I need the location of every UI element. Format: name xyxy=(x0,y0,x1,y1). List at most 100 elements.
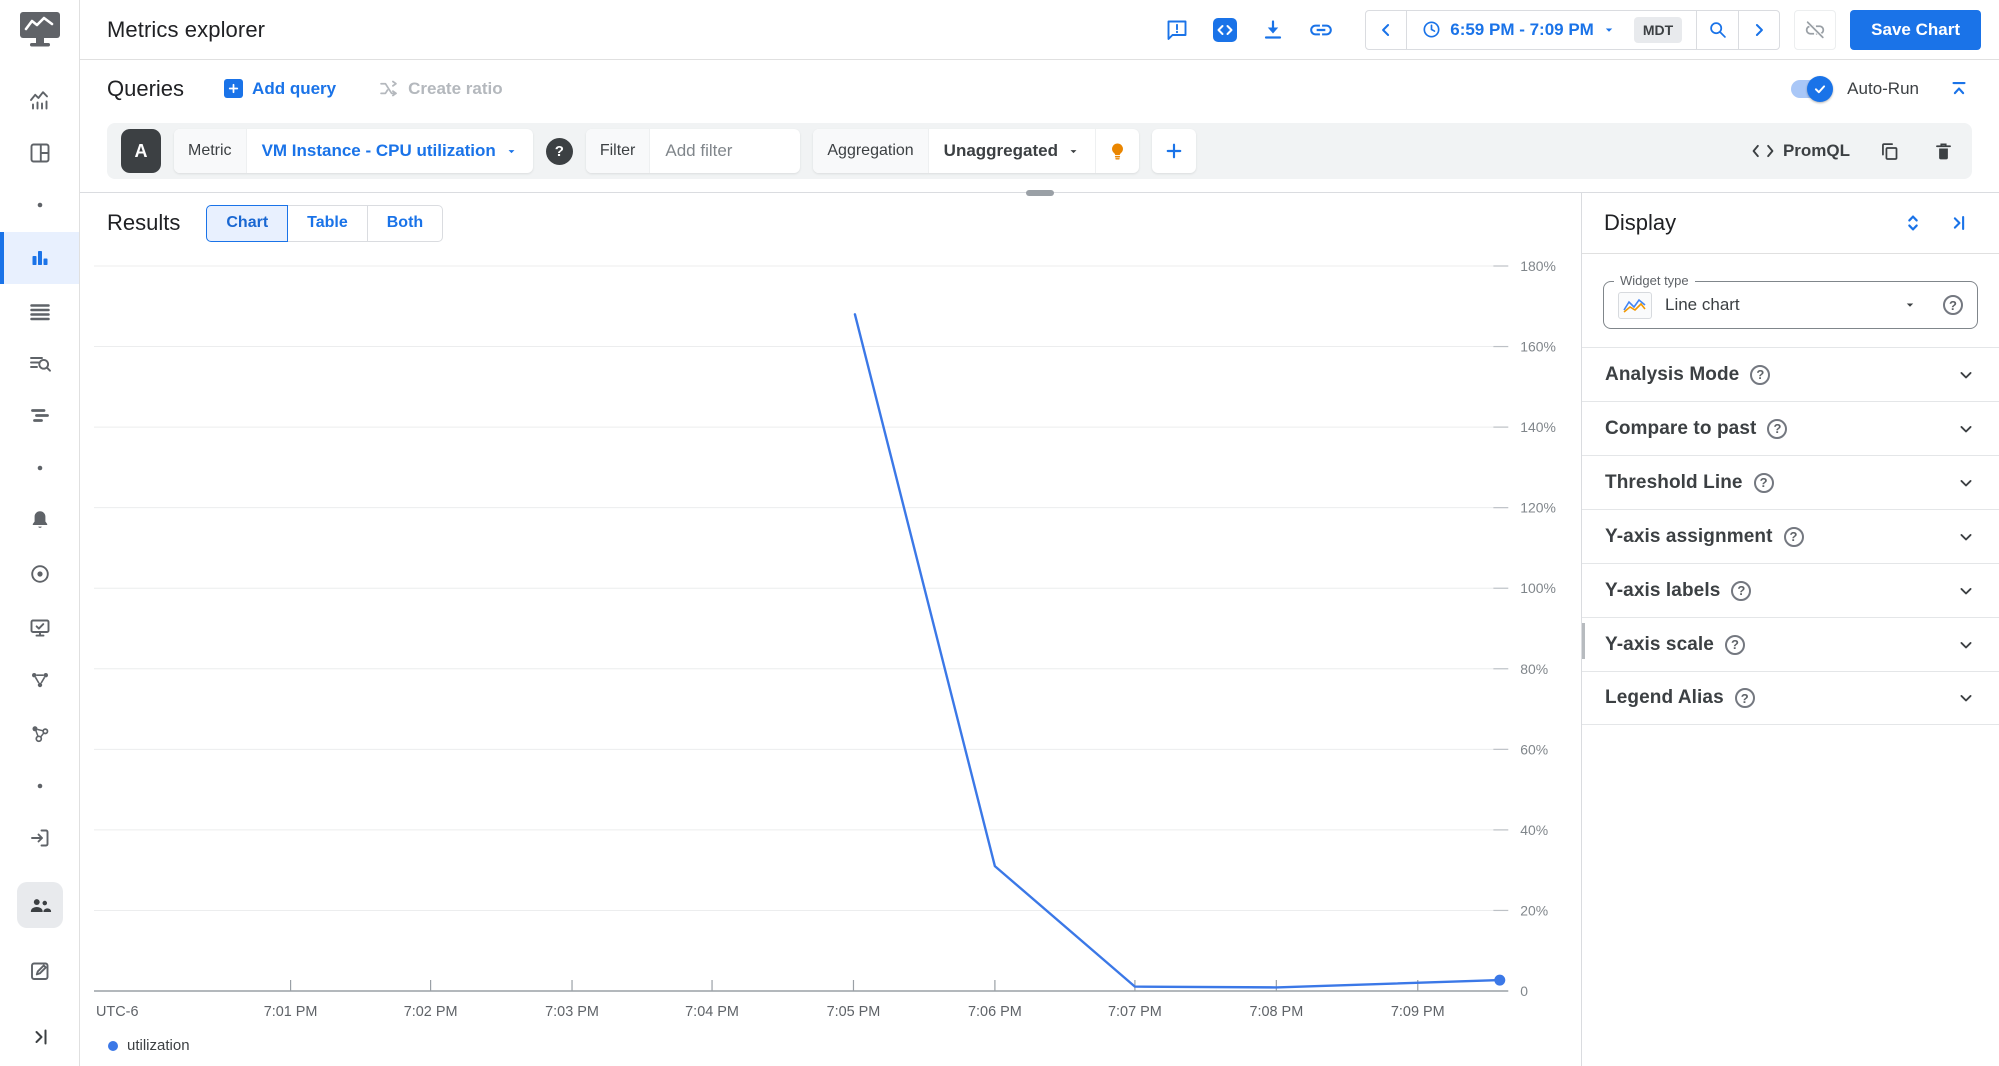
query-letter-badge[interactable]: A xyxy=(121,129,161,173)
list-icon xyxy=(29,304,50,321)
feedback-button[interactable] xyxy=(1159,12,1195,48)
results-chart-svg[interactable]: 180% 160% 140% 120% 100% 80% 60% 40% 20% 0 7:01 PM… xyxy=(94,253,1578,1028)
sidebar-item-groups[interactable] xyxy=(0,880,79,930)
sidebar-item-log-search[interactable] xyxy=(0,341,79,387)
section-y-axis-scale[interactable]: Y-axis scale xyxy=(1582,617,1999,671)
duplicate-query-button[interactable] xyxy=(1874,136,1904,166)
section-y-axis-labels[interactable]: Y-axis labels xyxy=(1582,563,1999,617)
link-icon xyxy=(1310,24,1333,35)
create-ratio-icon xyxy=(380,80,397,97)
legend-item-utilization[interactable]: utilization xyxy=(108,1037,1581,1054)
aggregation-dropdown[interactable]: Unaggregated xyxy=(929,129,1095,173)
incident-target-icon xyxy=(30,565,49,583)
add-query-label: Add query xyxy=(252,78,337,98)
close-display-panel-button[interactable] xyxy=(1941,205,1977,241)
section-threshold-line[interactable]: Threshold Line xyxy=(1582,455,1999,509)
bar-chart-icon xyxy=(32,251,47,265)
help-button[interactable] xyxy=(1767,418,1788,439)
zoom-time-button[interactable] xyxy=(1697,10,1740,49)
filter-field: Filter Add filter xyxy=(585,129,801,173)
promql-toggle-button[interactable]: PromQL xyxy=(1751,141,1850,161)
sidebar-item-metrics-explorer[interactable] xyxy=(0,232,79,284)
timezone-badge[interactable]: MDT xyxy=(1633,16,1683,43)
sidebar-item-alerting[interactable] xyxy=(0,497,79,543)
sidebar-item-incidents[interactable] xyxy=(0,551,79,597)
sidebar-expand-panel-button[interactable] xyxy=(0,1014,79,1060)
metric-help-button[interactable]: ? xyxy=(545,137,573,165)
download-button[interactable] xyxy=(1255,12,1291,48)
sidebar-item-uptime-checks[interactable] xyxy=(0,605,79,651)
chevron-down-icon[interactable] xyxy=(1956,635,1976,655)
help-button[interactable] xyxy=(1724,634,1745,655)
widget-type-label: Widget type xyxy=(1614,273,1695,288)
section-analysis-mode[interactable]: Analysis Mode xyxy=(1582,347,1999,401)
section-label: Y-axis scale xyxy=(1605,633,1714,655)
help-button[interactable] xyxy=(1731,580,1752,601)
share-link-button[interactable] xyxy=(1303,12,1339,48)
help-button[interactable] xyxy=(1783,526,1804,547)
trash-icon xyxy=(1935,142,1951,159)
svg-text:120%: 120% xyxy=(1520,500,1556,516)
svg-text:7:05 PM: 7:05 PM xyxy=(827,1004,881,1020)
unlink-charts-button[interactable] xyxy=(1794,9,1837,50)
sidebar-item-logs[interactable] xyxy=(0,289,79,335)
widget-type-help-button[interactable] xyxy=(1943,295,1963,315)
svg-text:7:06 PM: 7:06 PM xyxy=(968,1004,1022,1020)
dot-icon xyxy=(37,202,42,208)
monitoring-logo-icon xyxy=(20,12,60,47)
help-button[interactable] xyxy=(1753,472,1774,493)
create-ratio-button[interactable]: Create ratio xyxy=(378,78,503,99)
add-query-button[interactable]: Add query xyxy=(224,79,336,99)
sidebar-item-overview[interactable] xyxy=(0,77,79,123)
tab-chart[interactable]: Chart xyxy=(206,204,289,242)
widget-type-dropdown[interactable]: Widget type Line chart xyxy=(1603,273,1978,329)
chevron-down-icon[interactable] xyxy=(1956,688,1976,708)
lightbulb-icon xyxy=(1111,142,1123,159)
expand-all-sections-button[interactable] xyxy=(1895,205,1931,241)
help-button[interactable] xyxy=(1750,364,1771,385)
chevron-down-icon[interactable] xyxy=(1956,581,1976,601)
query-editor-button[interactable] xyxy=(1207,12,1243,48)
svg-text:80%: 80% xyxy=(1520,661,1548,677)
widget-type-value: Line chart xyxy=(1665,295,1740,314)
tab-both[interactable]: Both xyxy=(367,204,444,242)
auto-run-toggle[interactable] xyxy=(1791,75,1834,102)
sidebar-item-integrations[interactable] xyxy=(0,711,79,757)
query-row: A Metric VM Instance - CPU utilization ?… xyxy=(107,123,1972,179)
chevron-down-icon[interactable] xyxy=(1956,473,1976,493)
help-button[interactable] xyxy=(1734,688,1755,708)
time-range-dropdown[interactable]: 6:59 PM - 7:09 PM MDT xyxy=(1407,10,1698,49)
left-nav-sidebar xyxy=(0,0,80,1066)
time-back-button[interactable] xyxy=(1366,10,1408,49)
chevron-down-icon xyxy=(1070,149,1077,153)
chevron-down-icon[interactable] xyxy=(1956,419,1976,439)
metric-dropdown[interactable]: VM Instance - CPU utilization xyxy=(247,129,533,173)
open-panel-right-icon xyxy=(35,1029,46,1045)
filter-input[interactable]: Add filter xyxy=(650,129,800,173)
chevron-down-icon[interactable] xyxy=(1956,365,1976,385)
chart-container: 180% 160% 140% 120% 100% 80% 60% 40% 20% 0 7:01 PM… xyxy=(94,253,1581,1033)
svg-text:7:02 PM: 7:02 PM xyxy=(404,1004,458,1020)
time-forward-button[interactable] xyxy=(1739,11,1779,49)
svg-text:140%: 140% xyxy=(1520,419,1556,435)
sidebar-item-compose[interactable] xyxy=(0,948,79,994)
svg-text:7:09 PM: 7:09 PM xyxy=(1391,1004,1445,1020)
auto-run-label: Auto-Run xyxy=(1847,78,1919,98)
sidebar-item-settings-signin[interactable] xyxy=(0,815,79,861)
sidebar-item-dashboards[interactable] xyxy=(0,130,79,176)
chevron-down-icon[interactable] xyxy=(1956,527,1976,547)
section-legend-alias[interactable]: Legend Alias xyxy=(1582,671,1999,725)
add-sub-query-button[interactable] xyxy=(1151,129,1196,173)
save-chart-button[interactable]: Save Chart xyxy=(1850,9,1981,50)
feedback-icon xyxy=(1167,20,1187,40)
sidebar-item-services[interactable] xyxy=(0,657,79,703)
delete-query-button[interactable] xyxy=(1928,136,1958,166)
aggregation-suggestion-button[interactable] xyxy=(1094,129,1139,173)
panel-resize-handle[interactable] xyxy=(1025,190,1054,196)
section-y-axis-assignment[interactable]: Y-axis assignment xyxy=(1582,509,1999,563)
code-icon xyxy=(1213,17,1238,42)
collapse-queries-button[interactable] xyxy=(1941,71,1977,107)
sidebar-item-trace[interactable] xyxy=(0,393,79,439)
tab-table[interactable]: Table xyxy=(288,204,368,242)
section-compare-to-past[interactable]: Compare to past xyxy=(1582,401,1999,455)
